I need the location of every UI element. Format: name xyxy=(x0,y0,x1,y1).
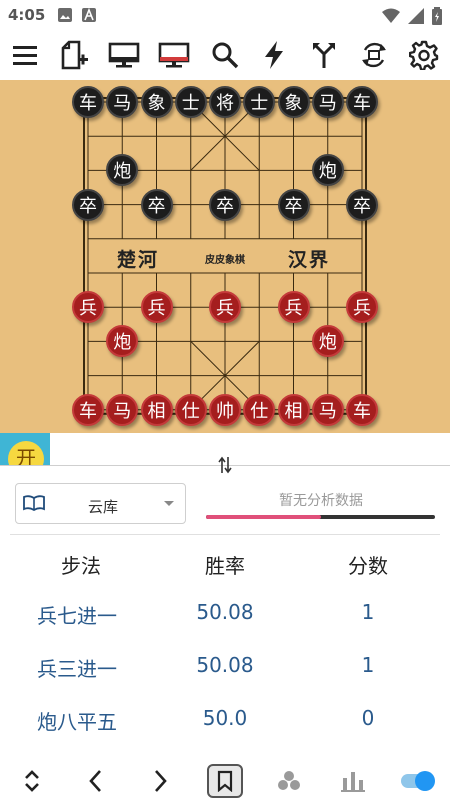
wifi-icon xyxy=(382,8,400,23)
row-move: 兵七进一 xyxy=(37,604,117,628)
river-center-label: 皮皮象棋 xyxy=(205,255,245,266)
red-piece[interactable]: 仕 xyxy=(174,393,207,426)
monitor-red-icon[interactable] xyxy=(157,39,191,71)
black-piece[interactable]: 士 xyxy=(174,86,207,118)
menu-icon[interactable] xyxy=(8,39,42,71)
search-icon[interactable] xyxy=(208,39,242,71)
row-move: 兵三进一 xyxy=(37,657,117,681)
separator xyxy=(10,534,440,535)
rotate-icon[interactable] xyxy=(357,39,391,71)
branch-icon[interactable] xyxy=(307,39,341,71)
red-piece[interactable]: 相 xyxy=(277,393,310,426)
toggle-switch[interactable] xyxy=(401,771,435,791)
red-piece[interactable]: 马 xyxy=(106,393,139,426)
chevron-down-icon xyxy=(164,501,174,506)
status-bar: 4:05 xyxy=(0,0,450,30)
engine-select[interactable]: 云库 xyxy=(15,483,186,524)
toggle-knob xyxy=(415,771,435,791)
black-piece[interactable]: 马 xyxy=(311,86,344,118)
black-piece[interactable]: 卒 xyxy=(346,188,378,221)
black-piece[interactable]: 将 xyxy=(209,86,241,118)
analysis-progress xyxy=(206,515,435,519)
row-score: 1 xyxy=(361,653,375,677)
red-piece[interactable]: 马 xyxy=(311,393,344,426)
chess-board[interactable]: 楚河 皮皮象棋 汉界 车马象士将士象马车炮炮卒卒卒卒卒兵兵兵兵兵炮炮车马相仕帅仕… xyxy=(0,80,450,433)
header-move: 步法 xyxy=(61,554,101,578)
row-score: 0 xyxy=(361,706,375,730)
row-score: 1 xyxy=(361,600,375,624)
header-winrate: 胜率 xyxy=(205,554,245,578)
black-piece[interactable]: 车 xyxy=(346,86,378,118)
red-piece[interactable]: 兵 xyxy=(140,291,173,324)
row-winrate: 50.08 xyxy=(196,653,254,677)
red-piece[interactable]: 兵 xyxy=(346,291,378,324)
analysis-progress-fill xyxy=(206,515,321,519)
table-row[interactable]: 兵三进一 50.08 1 xyxy=(0,653,450,705)
red-piece[interactable]: 兵 xyxy=(277,291,310,324)
next-icon[interactable] xyxy=(142,764,178,798)
red-piece[interactable]: 相 xyxy=(140,393,173,426)
analysis-status: 暂无分析数据 xyxy=(279,493,363,509)
bottom-nav xyxy=(0,760,450,800)
river-right-label: 汉界 xyxy=(288,249,331,271)
black-piece[interactable]: 卒 xyxy=(209,188,241,221)
table-row[interactable]: 兵七进一 50.08 1 xyxy=(0,600,450,652)
moves-table: 步法 胜率 分数 兵七进一 50.08 1 兵三进一 50.08 1 炮八平五 … xyxy=(0,540,450,752)
black-piece[interactable]: 马 xyxy=(106,86,139,118)
red-piece[interactable]: 车 xyxy=(72,393,104,426)
row-winrate: 50.08 xyxy=(196,600,254,624)
table-row[interactable]: 炮八平五 50.0 0 xyxy=(0,706,450,752)
new-game-icon[interactable] xyxy=(57,39,91,71)
bolt-icon[interactable] xyxy=(257,39,291,71)
gear-icon[interactable] xyxy=(407,39,441,71)
black-piece[interactable]: 车 xyxy=(72,86,104,118)
letter-a-icon xyxy=(82,8,96,22)
red-piece[interactable]: 兵 xyxy=(72,291,104,324)
black-piece[interactable]: 象 xyxy=(277,86,310,118)
black-piece[interactable]: 炮 xyxy=(311,154,344,187)
red-piece[interactable]: 仕 xyxy=(243,393,276,426)
black-piece[interactable]: 象 xyxy=(140,86,173,118)
engine-label: 云库 xyxy=(88,498,119,516)
row-winrate: 50.0 xyxy=(202,706,248,730)
toolbar xyxy=(0,30,450,80)
black-piece[interactable]: 士 xyxy=(243,86,276,118)
red-piece[interactable]: 车 xyxy=(346,393,378,426)
bookmark-icon[interactable] xyxy=(207,764,243,798)
red-piece[interactable]: 炮 xyxy=(311,325,344,358)
black-piece[interactable]: 卒 xyxy=(140,188,173,221)
header-score: 分数 xyxy=(348,554,388,578)
signal-icon xyxy=(408,8,424,24)
black-piece[interactable]: 卒 xyxy=(72,188,104,221)
cluster-icon[interactable] xyxy=(271,764,307,798)
bar-chart-icon[interactable] xyxy=(335,764,371,798)
status-time: 4:05 xyxy=(8,6,46,24)
expand-collapse-icon[interactable] xyxy=(14,764,50,798)
prev-icon[interactable] xyxy=(78,764,114,798)
monitor-icon[interactable] xyxy=(107,39,141,71)
battery-icon xyxy=(432,7,442,25)
swap-vertical-icon[interactable] xyxy=(218,456,232,474)
red-piece[interactable]: 兵 xyxy=(209,291,241,324)
image-icon xyxy=(58,8,72,22)
book-icon xyxy=(23,495,45,511)
row-move: 炮八平五 xyxy=(37,710,117,734)
red-piece[interactable]: 帅 xyxy=(209,393,241,426)
river-left-label: 楚河 xyxy=(117,249,160,271)
black-piece[interactable]: 卒 xyxy=(277,188,310,221)
